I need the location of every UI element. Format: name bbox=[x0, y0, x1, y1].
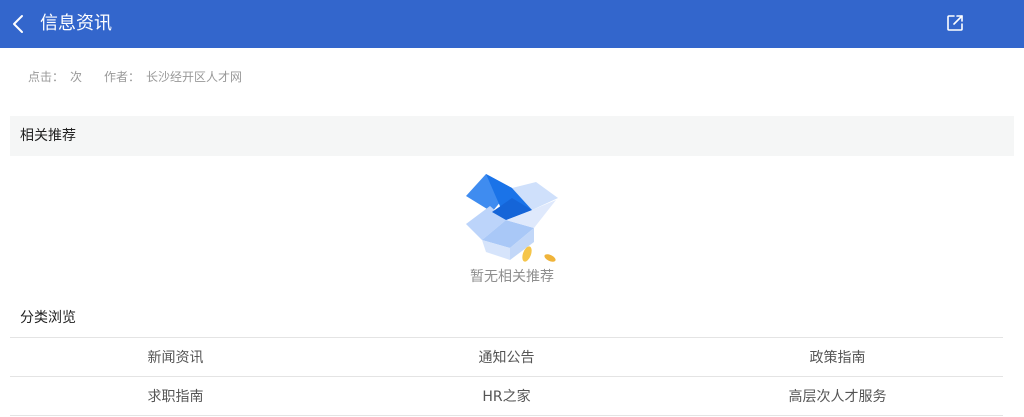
empty-box-icon bbox=[462, 168, 562, 264]
share-icon bbox=[947, 15, 963, 31]
author-value: 长沙经开区人才网 bbox=[146, 70, 243, 84]
share-button[interactable] bbox=[944, 12, 966, 34]
page-title: 信息资讯 bbox=[40, 13, 112, 34]
related-section-title: 相关推荐 bbox=[20, 128, 76, 144]
category-item-news[interactable]: 新闻资讯 bbox=[10, 338, 341, 376]
app-header: 信息资讯 bbox=[0, 0, 1024, 48]
article-meta: 点击： 次 作者： 长沙经开区人才网 bbox=[28, 68, 248, 86]
category-grid: 新闻资讯 通知公告 政策指南 求职指南 HR之家 高层次人才服务 bbox=[10, 337, 1003, 416]
category-row: 新闻资讯 通知公告 政策指南 bbox=[10, 338, 1003, 377]
back-button[interactable] bbox=[8, 10, 32, 38]
category-item-high-talent[interactable]: 高层次人才服务 bbox=[672, 377, 1003, 415]
empty-state-text: 暂无相关推荐 bbox=[470, 269, 554, 285]
category-section-title: 分类浏览 bbox=[20, 310, 76, 326]
category-item-policy[interactable]: 政策指南 bbox=[672, 338, 1003, 376]
clicks-unit: 次 bbox=[70, 70, 83, 84]
category-item-job-guide[interactable]: 求职指南 bbox=[10, 377, 341, 415]
category-item-notices[interactable]: 通知公告 bbox=[341, 338, 672, 376]
category-row: 求职指南 HR之家 高层次人才服务 bbox=[10, 377, 1003, 416]
chevron-left-icon bbox=[13, 15, 23, 33]
author-label: 作者： bbox=[104, 70, 141, 84]
clicks-label: 点击： bbox=[28, 70, 65, 84]
related-section-header: 相关推荐 bbox=[10, 116, 1014, 156]
category-item-hr-home[interactable]: HR之家 bbox=[341, 377, 672, 415]
